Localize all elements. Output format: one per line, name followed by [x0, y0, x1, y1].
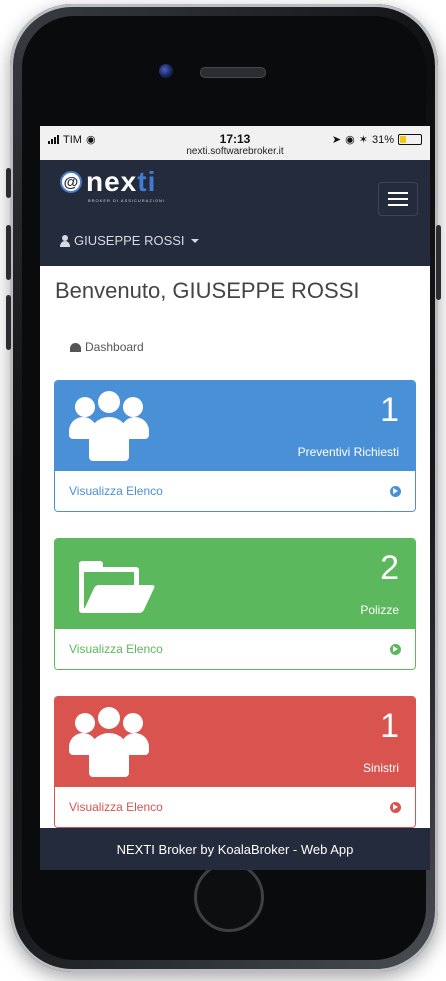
hamburger-line: [388, 204, 408, 206]
side-button-power: [436, 225, 441, 300]
logo-at-icon: @: [60, 171, 82, 193]
card-label: Preventivi Richiesti: [297, 445, 399, 459]
dashboard-icon: [70, 342, 81, 352]
battery-percent: 31%: [371, 133, 394, 146]
home-button[interactable]: [194, 862, 264, 932]
view-list-link[interactable]: Visualizza Elenco: [69, 800, 163, 814]
logo-subtitle: BROKER DI ASSICURAZIONI: [88, 198, 166, 203]
user-dropdown[interactable]: GIUSEPPE ROSSI: [60, 233, 199, 248]
card-footer-link[interactable]: Visualizza Elenco: [55, 787, 415, 827]
side-button-volume-up: [6, 225, 11, 280]
users-icon: [69, 705, 149, 777]
menu-toggle-button[interactable]: [378, 182, 418, 216]
hamburger-line: [388, 192, 408, 194]
user-name: GIUSEPPE ROSSI: [74, 233, 185, 248]
card-footer-link[interactable]: Visualizza Elenco: [55, 629, 415, 669]
folder-open-icon: [79, 561, 156, 613]
footer-text: NEXTI Broker by KoalaBroker - Web App: [116, 841, 354, 857]
user-icon: [60, 234, 70, 247]
card-count: 1: [380, 707, 399, 745]
card-polizze: 2 Polizze Visualizza Elenco: [54, 538, 416, 670]
card-header: 1 Sinistri: [55, 697, 415, 787]
status-right: ➤ ◉ ✶ 31%: [332, 133, 422, 146]
side-button-mute: [6, 168, 11, 198]
phone-screen: TIM ◉ 17:13 nexti.softwarebroker.it ➤ ◉ …: [40, 126, 430, 870]
card-sinistri: 1 Sinistri Visualizza Elenco: [54, 696, 416, 828]
bluetooth-icon: ✶: [358, 134, 368, 146]
arrow-circle-right-icon: [390, 485, 401, 497]
status-url: nexti.softwarebroker.it: [186, 146, 284, 157]
side-button-volume-down: [6, 295, 11, 350]
users-icon: [69, 389, 149, 461]
main-content: Benvenuto, GIUSEPPE ROSSI Dashboard 1 Pr…: [40, 278, 430, 828]
status-bar: TIM ◉ 17:13 nexti.softwarebroker.it ➤ ◉ …: [40, 126, 430, 160]
card-footer-link[interactable]: Visualizza Elenco: [55, 471, 415, 511]
breadcrumb-dashboard: Dashboard: [85, 340, 144, 354]
view-list-link[interactable]: Visualizza Elenco: [69, 484, 163, 498]
page-title: Benvenuto, GIUSEPPE ROSSI: [55, 278, 360, 303]
alarm-icon: ◉: [345, 134, 355, 146]
card-count: 2: [380, 549, 399, 587]
view-list-link[interactable]: Visualizza Elenco: [69, 642, 163, 656]
card-count: 1: [380, 391, 399, 429]
location-icon: ➤: [331, 134, 342, 146]
speaker-grille: [200, 67, 266, 78]
card-header: 2 Polizze: [55, 539, 415, 629]
logo-text: nexti: [86, 166, 157, 197]
card-preventivi: 1 Preventivi Richiesti Visualizza Elenco: [54, 380, 416, 512]
brand-logo[interactable]: @ nexti: [60, 168, 156, 196]
arrow-circle-right-icon: [390, 643, 401, 655]
card-label: Sinistri: [362, 761, 399, 775]
arrow-circle-right-icon: [390, 801, 401, 813]
card-header: 1 Preventivi Richiesti: [55, 381, 415, 471]
breadcrumb: Dashboard: [70, 340, 416, 354]
app-footer: NEXTI Broker by KoalaBroker - Web App: [40, 828, 430, 870]
hamburger-line: [388, 198, 408, 200]
camera-icon: [159, 64, 173, 78]
card-label: Polizze: [360, 603, 399, 617]
navbar: @ nexti BROKER DI ASSICURAZIONI GIUSEPPE…: [40, 160, 430, 266]
caret-down-icon: [190, 238, 199, 243]
battery-icon: [398, 134, 422, 145]
